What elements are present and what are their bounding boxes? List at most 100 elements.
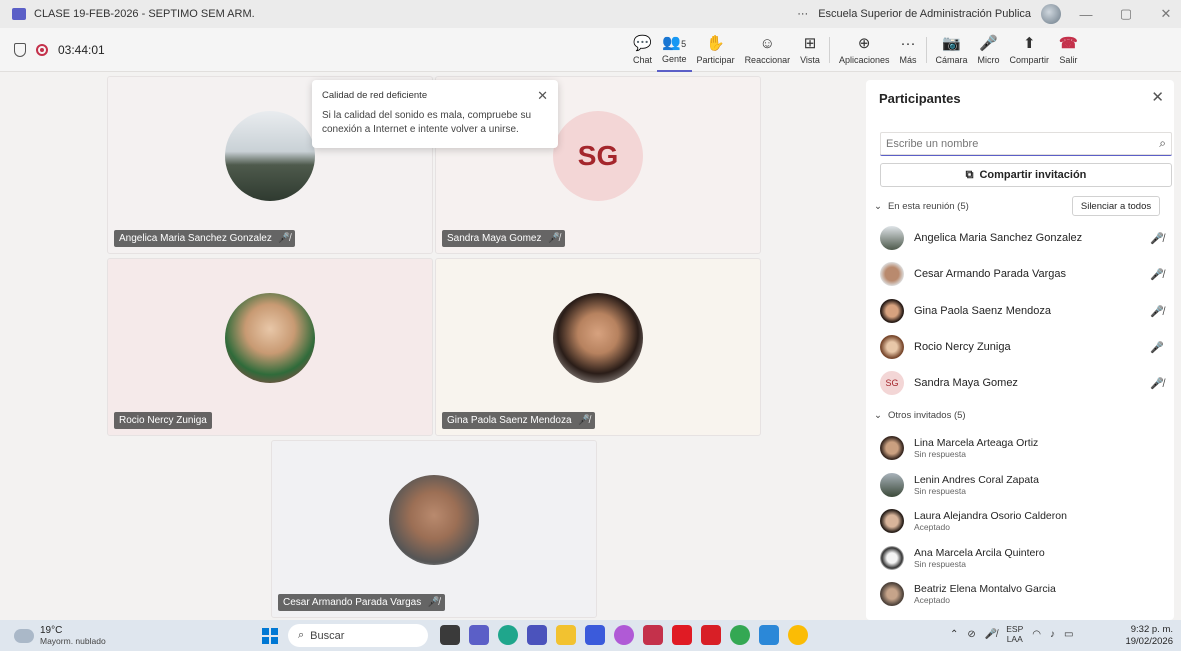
teams-icon[interactable] xyxy=(469,625,489,645)
tile-name-label: Gina Paola Saenz Mendoza 🎤̸ xyxy=(442,412,595,429)
do-not-disturb-icon[interactable]: ⊘ xyxy=(967,629,975,640)
participant-row[interactable]: SG Sandra Maya Gomez 🎤̸ xyxy=(880,368,1172,398)
participant-row[interactable]: Gina Paola Saenz Mendoza 🎤̸ xyxy=(880,296,1172,326)
security-icon[interactable] xyxy=(643,625,663,645)
network-quality-toast: Calidad de red deficiente Si la calidad … xyxy=(312,80,558,148)
share-invite-button[interactable]: ⧉ Compartir invitación xyxy=(880,163,1172,187)
invitee-name: Beatriz Elena Montalvo Garcia xyxy=(914,583,1056,595)
mic-off-icon[interactable]: 🎤̸ xyxy=(985,629,997,640)
invitee-name: Lenin Andres Coral Zapata xyxy=(914,474,1039,486)
organization-name: Escuela Superior de Administración Publi… xyxy=(818,8,1031,20)
mic-button[interactable]: 🎤 Micro xyxy=(973,28,1005,72)
teams-work-icon[interactable] xyxy=(527,625,547,645)
raise-hand-button[interactable]: ✋ Participar xyxy=(692,28,740,72)
toast-close-icon[interactable]: ✕ xyxy=(537,88,548,104)
people-count: 5 xyxy=(681,39,687,49)
mic-off-icon: 🎤̸ xyxy=(1150,377,1164,390)
leave-button[interactable]: ☎ Salir xyxy=(1054,28,1083,72)
participant-row[interactable]: Rocio Nercy Zuniga 🎤 xyxy=(880,332,1172,362)
invitee-row[interactable]: Ana Marcela Arcila Quintero Sin respuesta xyxy=(880,542,1172,574)
invitee-name: Ana Marcela Arcila Quintero xyxy=(914,547,1045,559)
view-label: Vista xyxy=(800,55,820,65)
task-view-icon[interactable] xyxy=(440,625,460,645)
more-button[interactable]: ··· Más xyxy=(894,28,921,72)
start-button[interactable] xyxy=(262,628,278,644)
apps-button[interactable]: ⊕ Aplicaciones xyxy=(834,28,895,72)
battery-icon[interactable]: ▭ xyxy=(1064,629,1073,640)
react-button[interactable]: ☺ Reaccionar xyxy=(740,28,796,72)
close-button[interactable]: ✕ xyxy=(1151,6,1181,22)
invite-label: Compartir invitación xyxy=(979,169,1087,181)
invitee-name: Laura Alejandra Osorio Calderon xyxy=(914,510,1067,522)
chat-icon: 💬 xyxy=(633,35,652,52)
people-button[interactable]: 👥5 Gente xyxy=(657,28,692,72)
weather-temperature: 19°C xyxy=(40,624,63,636)
leave-label: Salir xyxy=(1059,55,1078,65)
view-button[interactable]: ⊞ Vista xyxy=(795,28,825,72)
other-invitees-label: Otros invitados (5) xyxy=(887,410,966,421)
search-icon: ⌕ xyxy=(1159,136,1166,150)
wifi-icon[interactable]: ◠ xyxy=(1032,629,1041,640)
restore-button[interactable]: ▢ xyxy=(1111,6,1141,22)
share-link-icon: ⧉ xyxy=(965,168,974,181)
react-icon: ☺ xyxy=(759,35,775,52)
invitee-row[interactable]: Beatriz Elena Montalvo Garcia Aceptado xyxy=(880,578,1172,610)
edge-icon[interactable] xyxy=(498,625,518,645)
tile-name-label: Sandra Maya Gomez 🎤̸ xyxy=(442,230,565,247)
other-invitees-section-toggle[interactable]: ⌄ Otros invitados (5) xyxy=(874,410,966,421)
file-explorer-icon[interactable] xyxy=(556,625,576,645)
participant-avatar xyxy=(880,262,904,286)
tile-name-label: Cesar Armando Parada Vargas 🎤̸ xyxy=(278,594,445,611)
volume-icon[interactable]: ♪ xyxy=(1050,629,1055,640)
more-icon: ··· xyxy=(900,35,916,52)
chat-button[interactable]: 💬 Chat xyxy=(628,28,657,72)
weather-condition: Mayorm. nublado xyxy=(40,635,106,646)
chrome-icon[interactable] xyxy=(730,625,750,645)
meeting-controls: 💬 Chat 👥5 Gente ✋ Participar ☺ Reaccionar ⊞ V… xyxy=(628,28,1083,72)
photos-icon[interactable] xyxy=(759,625,779,645)
invitee-row[interactable]: Lenin Andres Coral Zapata Sin respuesta xyxy=(880,469,1172,501)
toast-title: Calidad de red deficiente xyxy=(322,90,428,101)
more-options-icon[interactable]: ··· xyxy=(797,8,808,20)
taskbar-search-label: Buscar xyxy=(310,629,345,642)
participant-name: Angelica Maria Sanchez Gonzalez xyxy=(914,232,1083,244)
meeting-status: 03:44:01 xyxy=(14,42,105,57)
video-stage: Angelica Maria Sanchez Gonzalez 🎤̸ SG San… xyxy=(0,72,866,620)
video-tile[interactable]: Rocio Nercy Zuniga xyxy=(107,258,433,436)
account-avatar[interactable] xyxy=(1041,4,1061,24)
participant-name: Gina Paola Saenz Mendoza xyxy=(914,305,1051,317)
search-icon: ⌕ xyxy=(298,629,305,641)
in-meeting-section-toggle[interactable]: ⌄ En esta reunión (5) xyxy=(874,201,969,212)
chrome-profile-icon[interactable] xyxy=(788,625,808,645)
app-icon[interactable] xyxy=(585,625,605,645)
raise-hand-label: Participar xyxy=(696,55,735,65)
participant-row[interactable]: Angelica Maria Sanchez Gonzalez 🎤̸ xyxy=(880,223,1172,253)
camera-button[interactable]: 📷 Cámara xyxy=(931,28,973,72)
copilot-icon[interactable] xyxy=(614,625,634,645)
panel-close-icon[interactable]: ✕ xyxy=(1151,88,1164,106)
participant-search-input[interactable]: Escribe un nombre ⌕ xyxy=(880,132,1172,156)
weather-widget[interactable]: 19°C Mayorm. nublado xyxy=(14,625,106,647)
language-indicator[interactable]: ESP LAA xyxy=(1006,624,1023,644)
mic-off-icon: 🎤̸ xyxy=(547,233,560,244)
participant-row[interactable]: Cesar Armando Parada Vargas 🎤̸ xyxy=(880,259,1172,289)
video-tile[interactable]: Cesar Armando Parada Vargas 🎤̸ xyxy=(271,440,597,618)
panel-title: Participantes xyxy=(879,91,961,106)
netflix-icon[interactable] xyxy=(701,625,721,645)
chevron-up-icon[interactable]: ⌃ xyxy=(950,629,958,640)
share-button[interactable]: ⬆ Compartir xyxy=(1005,28,1055,72)
mute-all-button[interactable]: Silenciar a todos xyxy=(1072,196,1160,216)
system-clock[interactable]: 9:32 p. m. 19/02/2026 xyxy=(1125,624,1173,648)
minimize-button[interactable]: — xyxy=(1071,7,1101,22)
video-tile[interactable]: Gina Paola Saenz Mendoza 🎤̸ xyxy=(435,258,761,436)
chevron-down-icon: ⌄ xyxy=(874,410,882,421)
invitee-row[interactable]: Laura Alejandra Osorio Calderon Aceptado xyxy=(880,505,1172,537)
youtube-icon[interactable] xyxy=(672,625,692,645)
invitee-row[interactable]: Lina Marcela Arteaga Ortiz Sin respuesta xyxy=(880,432,1172,464)
participant-avatar xyxy=(553,293,643,383)
shield-icon[interactable] xyxy=(14,42,26,57)
weather-cloud-icon xyxy=(14,628,34,643)
mic-off-icon: 🎤̸ xyxy=(277,233,291,244)
taskbar-search[interactable]: ⌕ Buscar xyxy=(288,624,428,647)
view-icon: ⊞ xyxy=(803,35,817,52)
